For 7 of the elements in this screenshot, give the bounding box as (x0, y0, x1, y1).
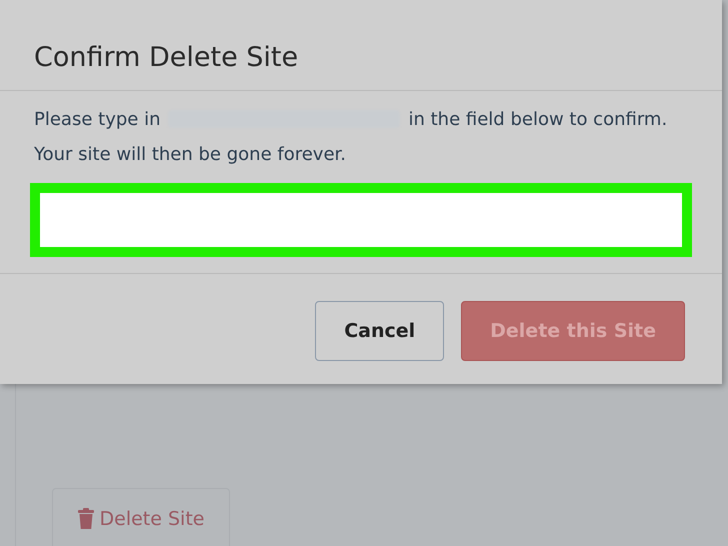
prompt-text: in the field below to confirm. (408, 108, 668, 132)
prompt-text: Please type in (34, 108, 160, 132)
cancel-button[interactable]: Cancel (315, 301, 444, 361)
dialog-title: Confirm Delete Site (34, 41, 300, 75)
trash-icon (78, 508, 94, 530)
warning-text: Your site will then be gone forever. (34, 143, 347, 167)
confirm-input-field[interactable] (30, 183, 692, 257)
